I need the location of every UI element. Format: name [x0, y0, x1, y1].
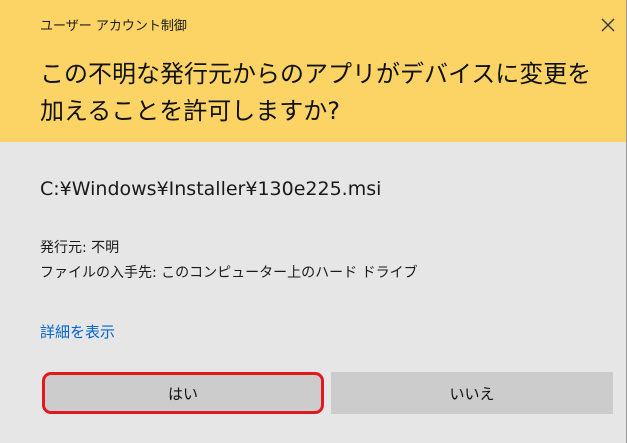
no-button[interactable]: いいえ: [331, 372, 613, 414]
permission-question: この不明な発行元からのアプリがデバイスに変更を加えることを許可しますか?: [40, 60, 592, 125]
close-button[interactable]: [599, 16, 617, 34]
file-origin-info: ファイルの入手先: このコンピューター上のハード ドライブ: [40, 265, 418, 281]
program-path: C:¥Windows¥Installer¥130e225.msi: [40, 178, 382, 200]
dialog-header: ユーザー アカウント制御 この不明な発行元からのアプリがデバイスに変更を加えるこ…: [0, 0, 627, 142]
publisher-info: 発行元: 不明: [40, 240, 120, 256]
window-title: ユーザー アカウント制御: [40, 19, 187, 34]
show-details-link[interactable]: 詳細を表示: [40, 321, 115, 342]
close-icon: [601, 18, 615, 32]
yes-button[interactable]: はい: [42, 372, 324, 414]
uac-dialog: ユーザー アカウント制御 この不明な発行元からのアプリがデバイスに変更を加えるこ…: [0, 0, 627, 443]
